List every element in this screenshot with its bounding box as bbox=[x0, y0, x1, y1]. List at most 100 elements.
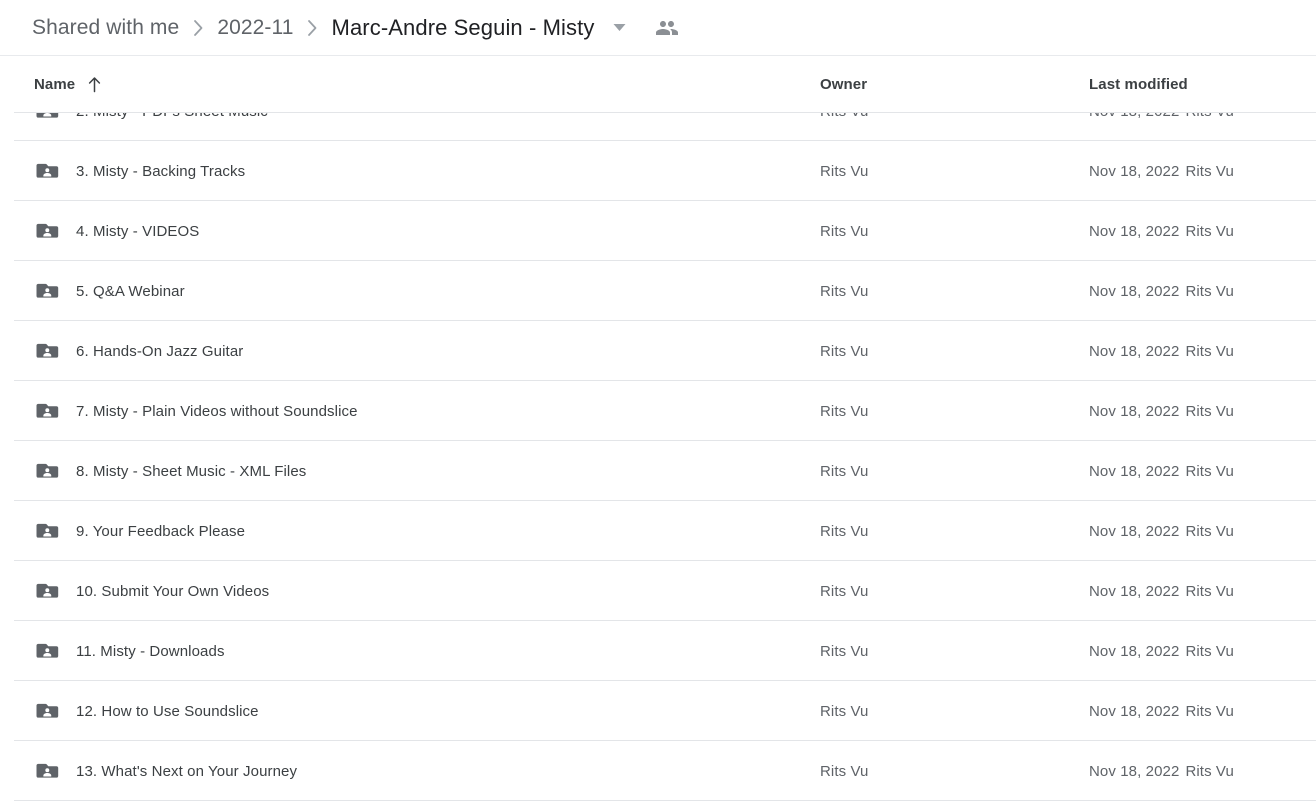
file-name-cell[interactable]: 11. Misty - Downloads bbox=[34, 621, 225, 681]
table-row[interactable]: 8. Misty - Sheet Music - XML Files Rits … bbox=[0, 441, 1316, 501]
shared-folder-icon bbox=[34, 578, 60, 604]
file-owner-cell: Rits Vu bbox=[820, 441, 869, 501]
file-owner-label: Rits Vu bbox=[820, 282, 869, 300]
column-header-owner[interactable]: Owner bbox=[820, 56, 867, 113]
shared-folder-icon bbox=[34, 638, 60, 664]
file-modified-by: Rits Vu bbox=[1185, 113, 1234, 120]
file-name-cell[interactable]: 3. Misty - Backing Tracks bbox=[34, 141, 245, 201]
file-modified-by: Rits Vu bbox=[1185, 702, 1234, 720]
file-name-label: 6. Hands-On Jazz Guitar bbox=[76, 342, 244, 360]
file-last-modified-cell: Nov 18, 2022 Rits Vu bbox=[1089, 681, 1234, 741]
breadcrumb-item-2022-11[interactable]: 2022-11 bbox=[215, 14, 295, 42]
table-row[interactable]: 3. Misty - Backing Tracks Rits Vu Nov 18… bbox=[0, 141, 1316, 201]
file-name-label: 4. Misty - VIDEOS bbox=[76, 222, 200, 240]
file-name-label: 3. Misty - Backing Tracks bbox=[76, 162, 246, 180]
file-owner-cell: Rits Vu bbox=[820, 501, 869, 561]
file-name-label: 5. Q&A Webinar bbox=[76, 282, 185, 300]
file-owner-cell: Rits Vu bbox=[820, 381, 869, 441]
file-owner-label: Rits Vu bbox=[820, 222, 869, 240]
file-last-modified-cell: Nov 18, 2022 Rits Vu bbox=[1089, 113, 1234, 141]
file-modified-date: Nov 18, 2022 bbox=[1089, 342, 1180, 360]
file-name-cell[interactable]: 2. Misty - PDFs Sheet Music bbox=[34, 113, 268, 141]
file-modified-by: Rits Vu bbox=[1185, 642, 1234, 660]
file-name-label: 11. Misty - Downloads bbox=[76, 642, 225, 660]
file-name-label: 2. Misty - PDFs Sheet Music bbox=[76, 113, 268, 120]
file-name-label: 9. Your Feedback Please bbox=[76, 522, 246, 540]
file-list[interactable]: 2. Misty - PDFs Sheet Music Rits Vu Nov … bbox=[0, 113, 1316, 809]
shared-folder-icon bbox=[34, 518, 60, 544]
chevron-right-icon bbox=[181, 17, 215, 39]
file-modified-date: Nov 18, 2022 bbox=[1089, 462, 1180, 480]
shared-folder-icon bbox=[34, 698, 60, 724]
file-modified-date: Nov 18, 2022 bbox=[1089, 522, 1180, 540]
file-modified-by: Rits Vu bbox=[1185, 342, 1234, 360]
file-modified-date: Nov 18, 2022 bbox=[1089, 222, 1180, 240]
file-name-cell[interactable]: 10. Submit Your Own Videos bbox=[34, 561, 269, 621]
table-row[interactable]: 2. Misty - PDFs Sheet Music Rits Vu Nov … bbox=[0, 113, 1316, 141]
file-name-cell[interactable]: 7. Misty - Plain Videos without Soundsli… bbox=[34, 381, 358, 441]
file-name-cell[interactable]: 9. Your Feedback Please bbox=[34, 501, 245, 561]
file-name-label: 7. Misty - Plain Videos without Soundsli… bbox=[76, 402, 358, 420]
file-owner-label: Rits Vu bbox=[820, 462, 869, 480]
table-row[interactable]: 5. Q&A Webinar Rits Vu Nov 18, 2022 Rits… bbox=[0, 261, 1316, 321]
file-modified-by: Rits Vu bbox=[1185, 762, 1234, 780]
table-row[interactable]: 7. Misty - Plain Videos without Soundsli… bbox=[0, 381, 1316, 441]
file-owner-cell: Rits Vu bbox=[820, 321, 869, 381]
file-owner-cell: Rits Vu bbox=[820, 141, 869, 201]
file-last-modified-cell: Nov 18, 2022 Rits Vu bbox=[1089, 261, 1234, 321]
file-last-modified-cell: Nov 18, 2022 Rits Vu bbox=[1089, 141, 1234, 201]
column-header-name[interactable]: Name bbox=[34, 56, 102, 113]
table-row[interactable]: 10. Submit Your Own Videos Rits Vu Nov 1… bbox=[0, 561, 1316, 621]
file-name-cell[interactable]: 13. What's Next on Your Journey bbox=[34, 741, 297, 801]
file-modified-by: Rits Vu bbox=[1185, 222, 1234, 240]
table-row[interactable]: 9. Your Feedback Please Rits Vu Nov 18, … bbox=[0, 501, 1316, 561]
table-row[interactable]: 11. Misty - Downloads Rits Vu Nov 18, 20… bbox=[0, 621, 1316, 681]
file-modified-by: Rits Vu bbox=[1185, 402, 1234, 420]
file-modified-date: Nov 18, 2022 bbox=[1089, 402, 1180, 420]
shared-folder-icon bbox=[34, 218, 60, 244]
table-row[interactable]: 4. Misty - VIDEOS Rits Vu Nov 18, 2022 R… bbox=[0, 201, 1316, 261]
file-modified-date: Nov 18, 2022 bbox=[1089, 162, 1180, 180]
file-owner-label: Rits Vu bbox=[820, 402, 869, 420]
table-row[interactable]: 6. Hands-On Jazz Guitar Rits Vu Nov 18, … bbox=[0, 321, 1316, 381]
shared-folder-icon bbox=[34, 338, 60, 364]
file-modified-by: Rits Vu bbox=[1185, 582, 1234, 600]
file-owner-cell: Rits Vu bbox=[820, 741, 869, 801]
people-shared-icon[interactable] bbox=[654, 15, 680, 41]
file-name-label: 12. How to Use Soundslice bbox=[76, 702, 259, 720]
column-header-last-modified[interactable]: Last modified bbox=[1089, 56, 1188, 113]
file-last-modified-cell: Nov 18, 2022 Rits Vu bbox=[1089, 501, 1234, 561]
file-name-cell[interactable]: 4. Misty - VIDEOS bbox=[34, 201, 199, 261]
file-name-cell[interactable]: 5. Q&A Webinar bbox=[34, 261, 185, 321]
file-last-modified-cell: Nov 18, 2022 Rits Vu bbox=[1089, 441, 1234, 501]
file-name-cell[interactable]: 12. How to Use Soundslice bbox=[34, 681, 259, 741]
column-header-owner-label: Owner bbox=[820, 76, 868, 93]
file-owner-label: Rits Vu bbox=[820, 702, 869, 720]
shared-folder-icon bbox=[34, 113, 60, 124]
file-owner-cell: Rits Vu bbox=[820, 261, 869, 321]
file-owner-label: Rits Vu bbox=[820, 522, 869, 540]
column-header-last-modified-label: Last modified bbox=[1089, 76, 1188, 93]
arrow-up-icon[interactable] bbox=[87, 76, 102, 93]
chevron-down-icon[interactable] bbox=[606, 15, 632, 41]
column-header-name-label: Name bbox=[34, 76, 76, 93]
shared-folder-icon bbox=[34, 278, 60, 304]
breadcrumb-bar: Shared with me 2022-11 Marc-Andre Seguin… bbox=[0, 0, 1316, 56]
file-owner-label: Rits Vu bbox=[820, 762, 869, 780]
file-name-cell[interactable]: 6. Hands-On Jazz Guitar bbox=[34, 321, 243, 381]
file-last-modified-cell: Nov 18, 2022 Rits Vu bbox=[1089, 621, 1234, 681]
file-owner-label: Rits Vu bbox=[820, 582, 869, 600]
list-column-headers: Name Owner Last modified bbox=[0, 56, 1316, 113]
file-owner-label: Rits Vu bbox=[820, 342, 869, 360]
file-name-label: 13. What's Next on Your Journey bbox=[76, 762, 298, 780]
file-owner-cell: Rits Vu bbox=[820, 113, 869, 141]
file-modified-date: Nov 18, 2022 bbox=[1089, 282, 1180, 300]
file-name-cell[interactable]: 8. Misty - Sheet Music - XML Files bbox=[34, 441, 306, 501]
table-row[interactable]: 12. How to Use Soundslice Rits Vu Nov 18… bbox=[0, 681, 1316, 741]
breadcrumb-current-folder: Marc-Andre Seguin - Misty bbox=[331, 14, 595, 40]
breadcrumb-item-shared-with-me[interactable]: Shared with me bbox=[30, 14, 181, 42]
shared-folder-icon bbox=[34, 758, 60, 784]
file-modified-by: Rits Vu bbox=[1185, 522, 1234, 540]
file-modified-date: Nov 18, 2022 bbox=[1089, 113, 1179, 120]
table-row[interactable]: 13. What's Next on Your Journey Rits Vu … bbox=[0, 741, 1316, 801]
